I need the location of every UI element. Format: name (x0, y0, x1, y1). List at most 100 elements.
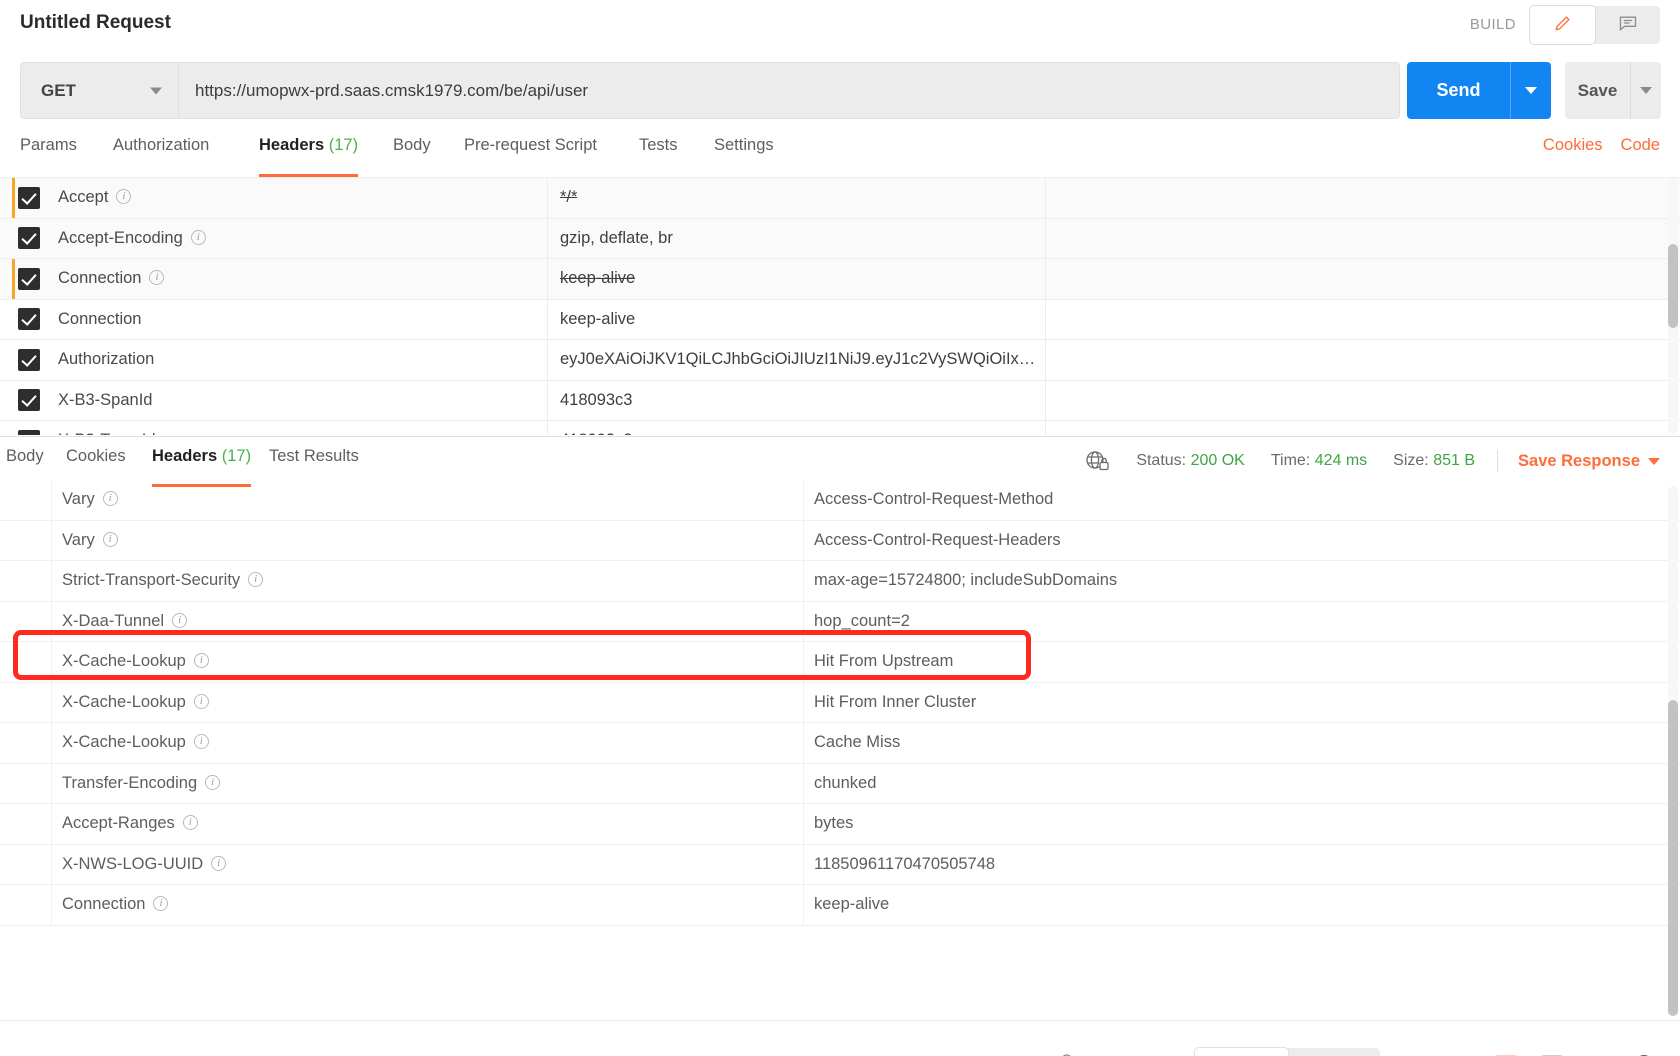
table-row[interactable]: X-B3-SpanId 418093c3 (0, 380, 1680, 421)
table-row[interactable]: Accept-Ranges i bytes (0, 804, 1680, 845)
checkbox-checked-icon[interactable] (18, 267, 40, 290)
info-icon[interactable]: i (149, 270, 165, 286)
request-table-scrollbar-thumb[interactable] (1668, 244, 1678, 328)
response-header-value-cell[interactable]: max-age=15724800; includeSubDomains (804, 561, 1680, 601)
comment-mode-button[interactable] (1595, 6, 1660, 44)
response-header-key-cell[interactable]: X-Cache-Lookup i (52, 723, 804, 763)
table-row[interactable]: Connection i keep-alive (0, 885, 1680, 926)
header-value-cell[interactable]: keep-alive (548, 299, 1046, 339)
header-description-cell[interactable] (1046, 340, 1680, 380)
link-cookies[interactable]: Cookies (1543, 136, 1603, 155)
response-header-key-cell[interactable]: Transfer-Encoding i (52, 763, 804, 803)
response-header-value-cell[interactable]: 11850961170470505748 (804, 845, 1680, 885)
table-row[interactable]: Accept i */* (0, 178, 1680, 219)
request-tab-settings[interactable]: Settings (714, 136, 774, 174)
table-row[interactable]: X-Daa-Tunnel i hop_count=2 (0, 601, 1680, 642)
request-headers-table[interactable]: Accept i */* Accept-Encoding i gzip, deflate,… (0, 177, 1680, 435)
table-row[interactable]: Transfer-Encoding i chunked (0, 763, 1680, 804)
request-tab-headers[interactable]: Headers (17) (259, 136, 359, 177)
response-tab-body[interactable]: Body (6, 447, 44, 479)
info-icon[interactable]: i (193, 653, 209, 669)
response-header-value-cell[interactable]: hop_count=2 (804, 602, 1680, 642)
response-header-value-cell[interactable]: bytes (804, 804, 1680, 844)
response-header-value-cell[interactable]: chunked (804, 764, 1680, 804)
info-icon[interactable]: i (193, 693, 209, 709)
header-value-cell[interactable]: eyJ0eXAiOiJKV1QiLCJhbGciOiJIUzI1NiJ9.eyJ… (548, 340, 1046, 380)
header-description-cell[interactable] (1046, 300, 1680, 340)
save-response-button[interactable]: Save Response (1518, 452, 1660, 471)
header-value-cell[interactable]: 418093c3 (548, 380, 1046, 420)
request-tab-tests[interactable]: Tests (639, 136, 678, 174)
save-options-button[interactable] (1631, 62, 1661, 119)
link-code[interactable]: Code (1621, 136, 1660, 155)
response-tab-test-results[interactable]: Test Results (269, 447, 359, 479)
response-header-key-cell[interactable]: X-Cache-Lookup i (52, 642, 804, 682)
header-description-cell[interactable] (1046, 421, 1680, 435)
response-header-key-cell[interactable]: Strict-Transport-Security i (52, 561, 804, 601)
row-checkbox-cell[interactable] (0, 348, 58, 371)
info-icon[interactable]: i (102, 491, 118, 507)
build-segment[interactable]: Build (1195, 1048, 1288, 1056)
info-icon[interactable]: i (205, 774, 221, 790)
header-key-cell[interactable]: Connection (58, 299, 548, 339)
row-checkbox-cell[interactable] (0, 308, 58, 331)
response-header-value-cell[interactable]: keep-alive (804, 885, 1680, 925)
edit-mode-button[interactable] (1530, 6, 1595, 44)
header-value-cell[interactable]: 418093c3 (548, 421, 1046, 435)
response-header-key-cell[interactable]: Connection i (52, 885, 804, 925)
save-button[interactable]: Save (1565, 62, 1631, 119)
header-description-cell[interactable] (1046, 178, 1680, 218)
send-options-button[interactable] (1511, 62, 1551, 119)
row-checkbox-cell[interactable] (0, 227, 58, 250)
checkbox-checked-icon[interactable] (18, 227, 40, 250)
response-header-key-cell[interactable]: X-NWS-LOG-UUID i (52, 844, 804, 884)
header-description-cell[interactable] (1046, 259, 1680, 299)
row-checkbox-cell[interactable] (0, 389, 58, 412)
info-icon[interactable]: i (116, 189, 132, 205)
checkbox-checked-icon[interactable] (18, 389, 40, 412)
info-icon[interactable]: i (190, 229, 206, 245)
header-value-cell[interactable]: gzip, deflate, br (548, 218, 1046, 258)
table-row[interactable]: X-B3-TraceId 418093c3 (0, 421, 1680, 435)
response-header-key-cell[interactable]: Vary i (52, 520, 804, 560)
response-tab-headers[interactable]: Headers (17) (152, 447, 252, 487)
info-icon[interactable]: i (153, 896, 169, 912)
checkbox-checked-icon[interactable] (18, 186, 40, 209)
table-row[interactable]: X-NWS-LOG-UUID i 11850961170470505748 (0, 844, 1680, 885)
header-description-cell[interactable] (1046, 219, 1680, 259)
info-icon[interactable]: i (248, 572, 264, 588)
table-row[interactable]: X-Cache-Lookup i Hit From Upstream (0, 642, 1680, 683)
header-key-cell[interactable]: Connection i (58, 259, 548, 299)
checkbox-checked-icon[interactable] (18, 429, 40, 435)
response-header-key-cell[interactable]: Vary i (52, 480, 804, 520)
response-tab-cookies[interactable]: Cookies (66, 447, 126, 479)
response-header-key-cell[interactable]: Accept-Ranges i (52, 804, 804, 844)
info-icon[interactable]: i (193, 734, 209, 750)
response-header-value-cell[interactable]: Access-Control-Request-Headers (804, 521, 1680, 561)
response-header-key-cell[interactable]: X-Daa-Tunnel i (52, 601, 804, 641)
table-row[interactable]: Authorization eyJ0eXAiOiJKV1QiLCJhbGciOiJ… (0, 340, 1680, 381)
table-row[interactable]: Strict-Transport-Security i max-age=157248… (0, 561, 1680, 602)
info-icon[interactable]: i (172, 612, 188, 628)
response-header-value-cell[interactable]: Hit From Upstream (804, 642, 1680, 682)
request-tab-body[interactable]: Body (393, 136, 431, 174)
header-description-cell[interactable] (1046, 381, 1680, 421)
table-row[interactable]: Connection keep-alive (0, 299, 1680, 340)
request-tab-pre-request-script[interactable]: Pre-request Script (464, 136, 597, 174)
table-row[interactable]: Vary i Access-Control-Request-Headers (0, 520, 1680, 561)
table-row[interactable]: Vary i Access-Control-Request-Method (0, 480, 1680, 521)
header-value-cell[interactable]: keep-alive (548, 259, 1046, 299)
checkbox-checked-icon[interactable] (18, 308, 40, 331)
table-row[interactable]: X-Cache-Lookup i Cache Miss (0, 723, 1680, 764)
row-checkbox-cell[interactable] (0, 267, 58, 290)
header-key-cell[interactable]: X-B3-TraceId (58, 421, 548, 435)
row-checkbox-cell[interactable] (0, 186, 58, 209)
response-header-key-cell[interactable]: X-Cache-Lookup i (52, 682, 804, 722)
info-icon[interactable]: i (211, 855, 227, 871)
response-header-value-cell[interactable]: Cache Miss (804, 723, 1680, 763)
header-key-cell[interactable]: Accept i (58, 178, 548, 218)
table-row[interactable]: Connection i keep-alive (0, 259, 1680, 300)
request-tab-params[interactable]: Params (20, 136, 77, 174)
header-value-cell[interactable]: */* (548, 178, 1046, 218)
row-checkbox-cell[interactable] (0, 429, 58, 435)
